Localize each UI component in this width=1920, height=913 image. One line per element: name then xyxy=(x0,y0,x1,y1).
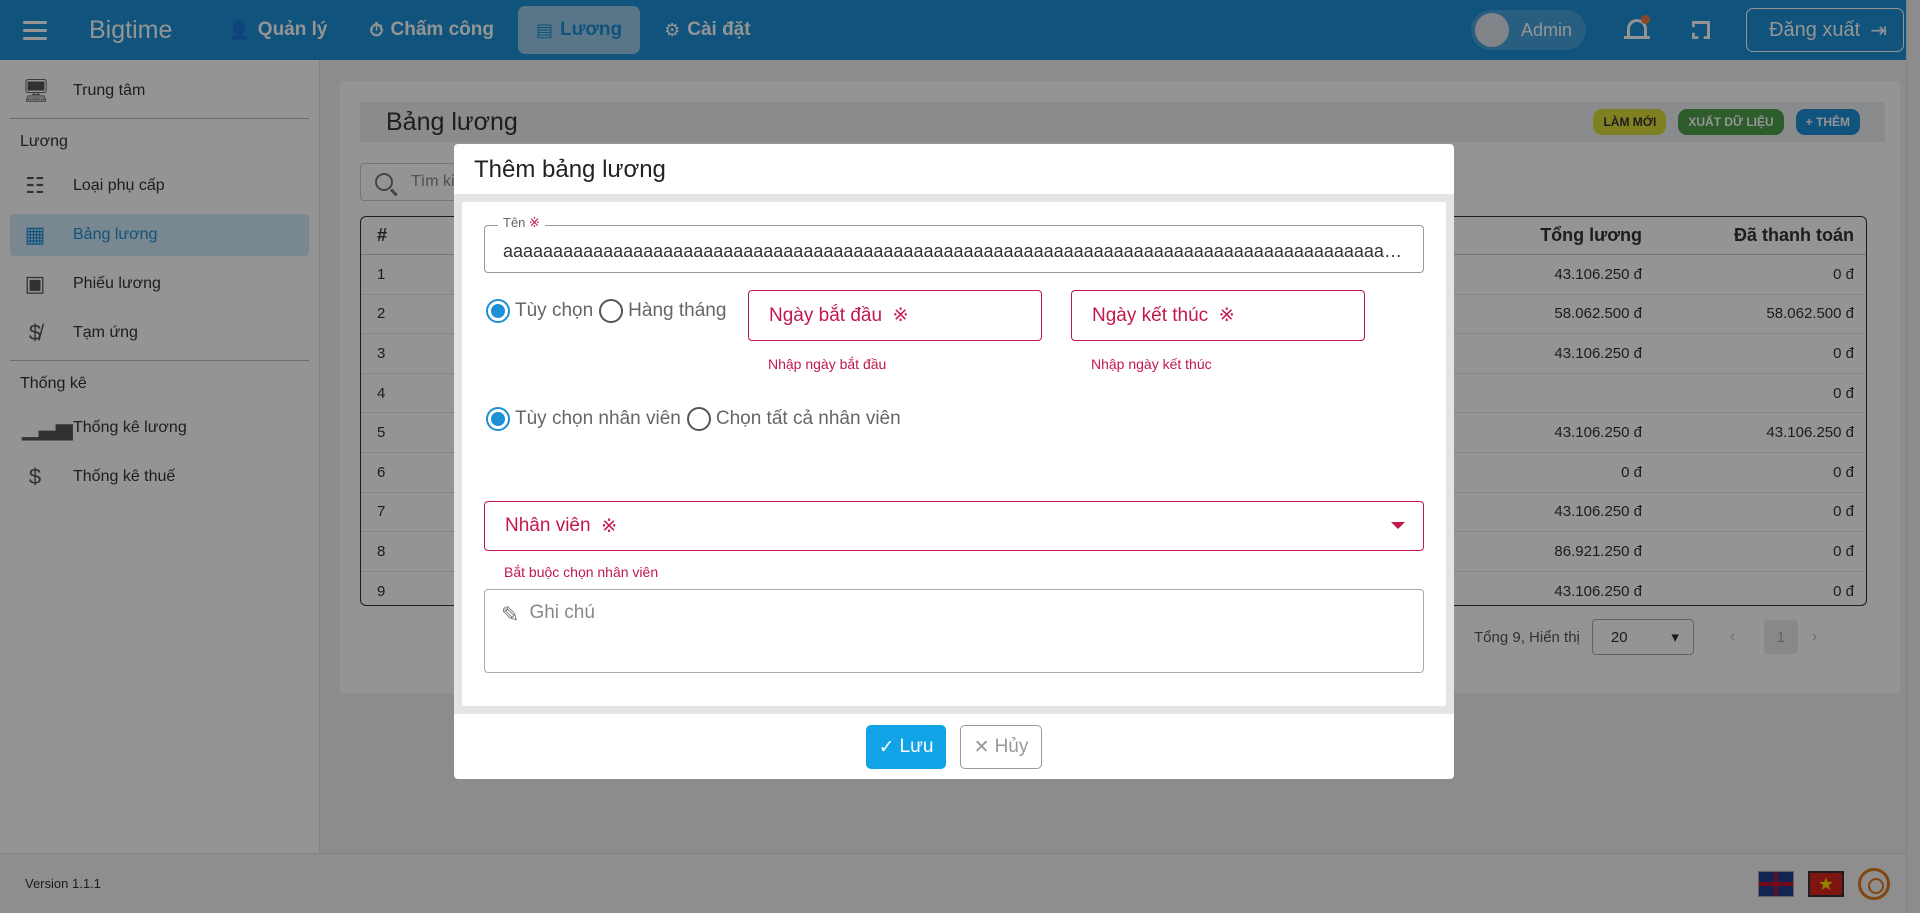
required-mark: ※ xyxy=(1218,305,1235,326)
start-date-label: Ngày bắt đầu xyxy=(769,304,883,326)
note-placeholder: Ghi chú xyxy=(529,602,595,623)
required-mark: ※ xyxy=(892,305,909,326)
employee-select[interactable]: Nhân viên ※ xyxy=(484,501,1424,551)
period-radio-group: Tùy chọn Hàng tháng xyxy=(486,299,732,323)
cancel-label: Hủy xyxy=(994,736,1029,757)
radio-custom-period[interactable] xyxy=(486,299,510,323)
start-date-field[interactable]: Ngày bắt đầu ※ xyxy=(748,290,1042,341)
check-icon: ✓ xyxy=(878,736,895,758)
save-label: Lưu xyxy=(899,736,934,757)
required-mark: ※ xyxy=(601,515,618,537)
dropdown-caret-icon xyxy=(1391,522,1405,529)
start-date-error: Nhập ngày bắt đầu xyxy=(768,356,887,372)
employee-radio-group: Tùy chọn nhân viên Chọn tất cả nhân viên xyxy=(486,407,907,431)
end-date-error: Nhập ngày kết thúc xyxy=(1091,356,1212,372)
radio-monthly[interactable] xyxy=(599,299,624,323)
radio-all-employees[interactable] xyxy=(686,407,711,431)
dialog-title: Thêm bảng lương xyxy=(474,156,666,183)
radio-label: Tùy chọn xyxy=(515,300,594,321)
name-label: Tên ※ xyxy=(498,215,545,231)
employee-error: Bắt buộc chọn nhân viên xyxy=(504,564,659,580)
name-label-text: Tên xyxy=(503,215,526,230)
close-icon: ✕ xyxy=(973,736,990,758)
note-textarea[interactable]: ✎ Ghi chú xyxy=(484,589,1424,673)
radio-label: Chọn tất cả nhân viên xyxy=(715,408,901,429)
add-payroll-dialog: Thêm bảng lương aaaaaaaaaaaaaaaaaaaaaaaa… xyxy=(454,144,1454,779)
name-field[interactable]: aaaaaaaaaaaaaaaaaaaaaaaaaaaaaaaaaaaaaaaa… xyxy=(484,225,1424,273)
save-button[interactable]: ✓ Lưu xyxy=(866,725,946,769)
end-date-field[interactable]: Ngày kết thúc ※ xyxy=(1071,290,1365,341)
edit-note-icon: ✎ xyxy=(501,602,520,627)
radio-custom-employees[interactable] xyxy=(486,407,510,431)
radio-label: Hàng tháng xyxy=(628,300,727,321)
dialog-body: aaaaaaaaaaaaaaaaaaaaaaaaaaaaaaaaaaaaaaaa… xyxy=(454,194,1454,714)
end-date-label: Ngày kết thúc xyxy=(1092,304,1209,326)
required-mark: ※ xyxy=(529,215,540,230)
employee-label: Nhân viên xyxy=(505,515,591,536)
radio-label: Tùy chọn nhân viên xyxy=(515,408,681,429)
cancel-button[interactable]: ✕ Hủy xyxy=(960,725,1042,769)
